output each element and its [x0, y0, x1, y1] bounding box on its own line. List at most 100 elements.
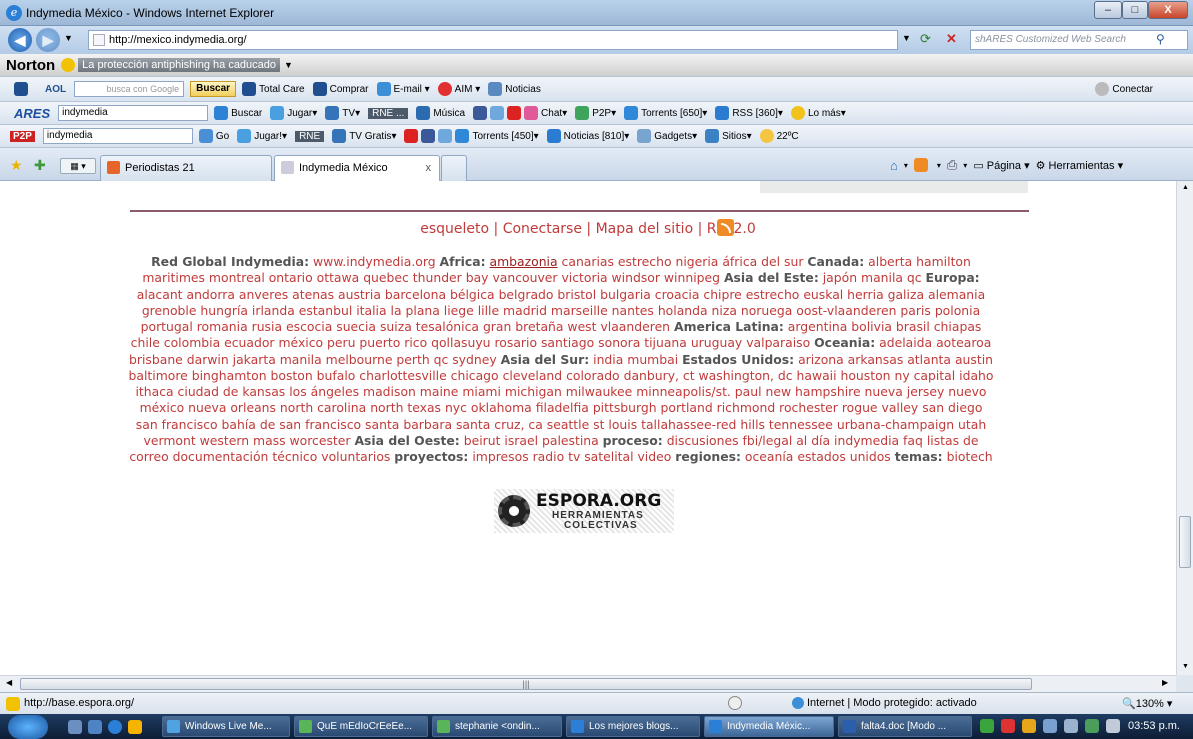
refresh-icon[interactable]: ⟳: [920, 31, 931, 47]
tray-app-icon[interactable]: [1022, 719, 1036, 733]
favorites-star-icon[interactable]: ★: [10, 157, 23, 174]
feeds-icon[interactable]: [913, 158, 928, 172]
ares-item-buscar[interactable]: Buscar: [214, 106, 262, 120]
ares-item-tv[interactable]: TV ▾: [325, 106, 360, 120]
espora-logo[interactable]: ESPORA.ORG HERRAMIENTAS COLECTIVAS: [494, 489, 674, 533]
vertical-scrollbar[interactable]: ▲ ▼: [1176, 181, 1193, 675]
display-icon[interactable]: [1043, 719, 1057, 733]
ares-item-musica[interactable]: Música: [416, 106, 465, 120]
p2p-item-torrents[interactable]: Torrents [450] ▾: [455, 129, 539, 143]
tab-close-icon[interactable]: x: [426, 156, 432, 180]
help-icon[interactable]: [61, 58, 76, 72]
link-group[interactable]: oceanía estados unidos: [741, 449, 895, 464]
new-tab-button[interactable]: [441, 155, 467, 181]
task-word-doc[interactable]: falta4.doc [Modo ...: [838, 716, 972, 737]
link-group[interactable]: canarias estrecho nigeria áfrica del sur: [558, 254, 808, 269]
link-ambazonia[interactable]: ambazonia: [490, 254, 558, 269]
link-group[interactable]: india mumbai: [589, 352, 682, 367]
p2p-item-noticias[interactable]: Noticias [810] ▾: [546, 129, 629, 143]
ares-item-rss[interactable]: RSS [360] ▾: [715, 106, 783, 120]
p2p-radio-player[interactable]: RNE: [295, 130, 325, 142]
p2p-search-input[interactable]: indymedia: [42, 128, 193, 144]
task-indymedia[interactable]: Indymedia Méxic...: [704, 716, 834, 737]
security-zone[interactable]: Internet | Modo protegido: activado: [792, 697, 977, 710]
scroll-down-icon[interactable]: ▼: [1182, 663, 1189, 670]
home-icon[interactable]: ⌂: [890, 158, 898, 173]
ares-item-jugar[interactable]: Jugar ▾: [270, 106, 317, 120]
facebook-icon[interactable]: [421, 129, 436, 143]
norton-dropdown-icon[interactable]: ▼: [284, 60, 293, 70]
link-group[interactable]: www.indymedia.org: [309, 254, 439, 269]
aol-item-total-care[interactable]: Total Care: [242, 82, 305, 96]
p2p-item-tv-gratis[interactable]: TV Gratis ▾: [332, 129, 396, 143]
minimize-button[interactable]: –: [1094, 1, 1122, 19]
maximize-button[interactable]: □: [1122, 1, 1148, 19]
privacy-icon[interactable]: [728, 696, 742, 710]
youtube-icon[interactable]: [404, 129, 419, 143]
ares-brand[interactable]: ARES: [14, 106, 50, 121]
horizontal-scroll-thumb[interactable]: |||: [20, 678, 1032, 690]
sitemap-link[interactable]: Mapa del sitio: [596, 221, 694, 237]
hi5-icon[interactable]: [490, 106, 505, 120]
task-chat-1[interactable]: QuE mEdIoCrEeEe...: [294, 716, 428, 737]
page-menu[interactable]: ▭ Página ▾: [973, 159, 1029, 172]
aol-item-comprar[interactable]: Comprar: [312, 82, 369, 96]
tab-indymedia[interactable]: Indymedia México x: [274, 155, 440, 181]
ares-item-chat[interactable]: Chat ▾: [524, 106, 567, 120]
rss-link[interactable]: R 2.0: [707, 219, 756, 237]
clock[interactable]: 03:53 p.m.: [1128, 720, 1180, 732]
aol-search-button[interactable]: Buscar: [190, 81, 237, 97]
aol-brand[interactable]: AOL: [45, 84, 66, 95]
horizontal-scrollbar[interactable]: ◀ ||| ▶: [0, 675, 1176, 692]
task-windows-live[interactable]: Windows Live Me...: [162, 716, 290, 737]
youtube-icon[interactable]: [507, 106, 522, 120]
skeleton-link[interactable]: esqueleto: [420, 221, 489, 237]
print-icon[interactable]: ⎙: [947, 157, 957, 173]
aol-item-aim[interactable]: AIM ▾: [437, 82, 480, 96]
history-dropdown-icon[interactable]: ▼: [64, 33, 73, 43]
back-icon[interactable]: ◀: [8, 28, 32, 52]
ares-item-p2p[interactable]: P2P ▾: [575, 106, 616, 120]
show-desktop-icon[interactable]: [68, 720, 82, 734]
aol-connect[interactable]: Conectar: [1112, 84, 1153, 95]
scroll-up-icon[interactable]: ▲: [1182, 184, 1189, 191]
ares-radio-player[interactable]: RNE ...: [368, 107, 409, 119]
tab-periodistas[interactable]: Periodistas 21: [100, 155, 272, 181]
task-blogs[interactable]: Los mejores blogs...: [566, 716, 700, 737]
p2p-item-gadgets[interactable]: Gadgets ▾: [637, 129, 697, 143]
link-group[interactable]: biotech: [943, 449, 993, 464]
aol-item-email[interactable]: E-mail ▾: [376, 82, 430, 96]
quicklaunch-icon[interactable]: [88, 720, 102, 734]
scroll-right-icon[interactable]: ▶: [1162, 678, 1168, 687]
ie-quicklaunch-icon[interactable]: [108, 720, 122, 734]
ares-item-lo-mas[interactable]: Lo más ▾: [790, 106, 846, 120]
link-group[interactable]: impresos radio tv satelital video: [468, 449, 675, 464]
tools-menu[interactable]: ⚙ Herramientas ▾: [1036, 159, 1124, 172]
stop-icon[interactable]: ✕: [946, 31, 957, 47]
hi5-icon[interactable]: [438, 129, 453, 143]
link-group[interactable]: japón manila qc: [819, 270, 926, 285]
tray-misc-icon[interactable]: [1064, 719, 1078, 733]
facebook-icon[interactable]: [473, 106, 488, 120]
p2p-brand[interactable]: P2P: [10, 130, 35, 142]
quick-tabs-icon[interactable]: ▦ ▾: [60, 158, 96, 174]
aol-item-noticias[interactable]: Noticias: [488, 82, 541, 96]
start-button[interactable]: [8, 715, 48, 739]
settings-gear-icon[interactable]: [1095, 82, 1110, 96]
weather-widget[interactable]: 22ºC: [759, 129, 799, 143]
volume-icon[interactable]: [1106, 719, 1120, 733]
p2p-item-go[interactable]: Go: [198, 129, 229, 143]
media-quicklaunch-icon[interactable]: [128, 720, 142, 734]
vertical-scroll-thumb[interactable]: [1179, 516, 1191, 568]
p2p-item-sitios[interactable]: Sitios ▾: [705, 129, 752, 143]
phone-icon[interactable]: [1085, 719, 1099, 733]
ares-item-torrents[interactable]: Torrents [650] ▾: [624, 106, 707, 120]
link-group[interactable]: beirut israel palestina: [460, 433, 603, 448]
aol-search-input[interactable]: busca con Google: [74, 81, 185, 97]
scroll-left-icon[interactable]: ◀: [6, 678, 12, 687]
login-link[interactable]: Conectarse: [503, 221, 582, 237]
address-input[interactable]: http://mexico.indymedia.org/: [88, 30, 898, 50]
search-icon[interactable]: ⚲: [1156, 32, 1165, 46]
close-button[interactable]: X: [1148, 1, 1188, 19]
ares-search-input[interactable]: indymedia: [58, 105, 209, 121]
